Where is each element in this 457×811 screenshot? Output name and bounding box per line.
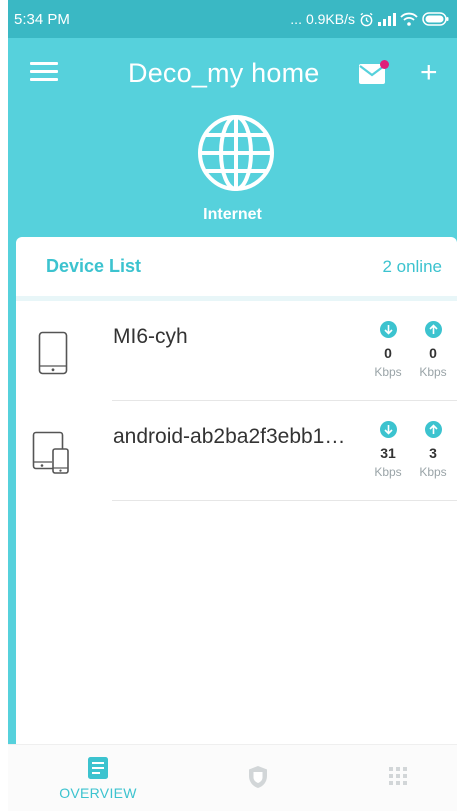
upload-arrow-icon (424, 321, 442, 338)
upload-rate: 3 Kbps (413, 421, 453, 479)
signal-icon (378, 12, 396, 26)
status-dots: ... (290, 11, 302, 27)
upload-value: 3 (429, 445, 437, 461)
device-list-card: Device List 2 online MI6-cyh 0 Kbps 0 Kb… (16, 237, 457, 777)
nav-overview-label: OVERVIEW (59, 785, 137, 801)
nav-security[interactable] (198, 745, 318, 811)
app-screen: 5:34 PM ... 0.9KB/s Deco_my home + Inter… (8, 0, 457, 811)
app-bar: Deco_my home + (8, 52, 457, 96)
device-row-2[interactable]: android-ab2ba2f3ebb1… 31 Kbps 3 Kbps (16, 401, 457, 501)
network-speed: 0.9KB/s (305, 11, 355, 27)
upload-unit: Kbps (419, 365, 447, 379)
grid-icon (338, 767, 457, 785)
online-count: 2 online (382, 256, 442, 276)
device-name: MI6-cyh (113, 325, 188, 348)
internet-label: Internet (203, 206, 262, 223)
status-bar: 5:34 PM ... 0.9KB/s (8, 0, 457, 38)
notification-dot (380, 60, 389, 69)
battery-icon (422, 12, 449, 26)
phone-tablet-icon (32, 431, 72, 480)
nav-more[interactable] (338, 745, 457, 811)
overview-icon (38, 757, 158, 779)
network-title[interactable]: Deco_my home (128, 58, 319, 89)
download-unit: Kbps (374, 465, 402, 479)
bottom-nav: OVERVIEW (8, 744, 457, 811)
upload-rate: 0 Kbps (413, 321, 453, 379)
wifi-icon (400, 12, 418, 26)
phone-icon (38, 331, 68, 380)
upload-unit: Kbps (419, 465, 447, 479)
device-row-1[interactable]: MI6-cyh 0 Kbps 0 Kbps (16, 301, 457, 401)
download-arrow-icon (379, 421, 397, 438)
shield-icon (198, 765, 318, 789)
download-arrow-icon (379, 321, 397, 338)
upload-value: 0 (429, 345, 437, 361)
nav-overview[interactable]: OVERVIEW (38, 745, 158, 811)
download-value: 0 (384, 345, 392, 361)
download-value: 31 (380, 445, 396, 461)
menu-icon[interactable] (30, 62, 58, 86)
device-name: android-ab2ba2f3ebb1… (113, 425, 346, 448)
row-divider (112, 500, 457, 501)
add-icon[interactable]: + (420, 58, 438, 88)
status-indicators: ... 0.9KB/s (290, 11, 449, 27)
device-list-header: Device List 2 online (16, 237, 457, 301)
status-time: 5:34 PM (14, 10, 70, 28)
download-rate: 31 Kbps (368, 421, 408, 479)
device-list-title: Device List (46, 256, 142, 276)
alarm-icon (359, 12, 374, 27)
download-unit: Kbps (374, 365, 402, 379)
globe-icon[interactable] (196, 113, 276, 193)
upload-arrow-icon (424, 421, 442, 438)
download-rate: 0 Kbps (368, 321, 408, 379)
